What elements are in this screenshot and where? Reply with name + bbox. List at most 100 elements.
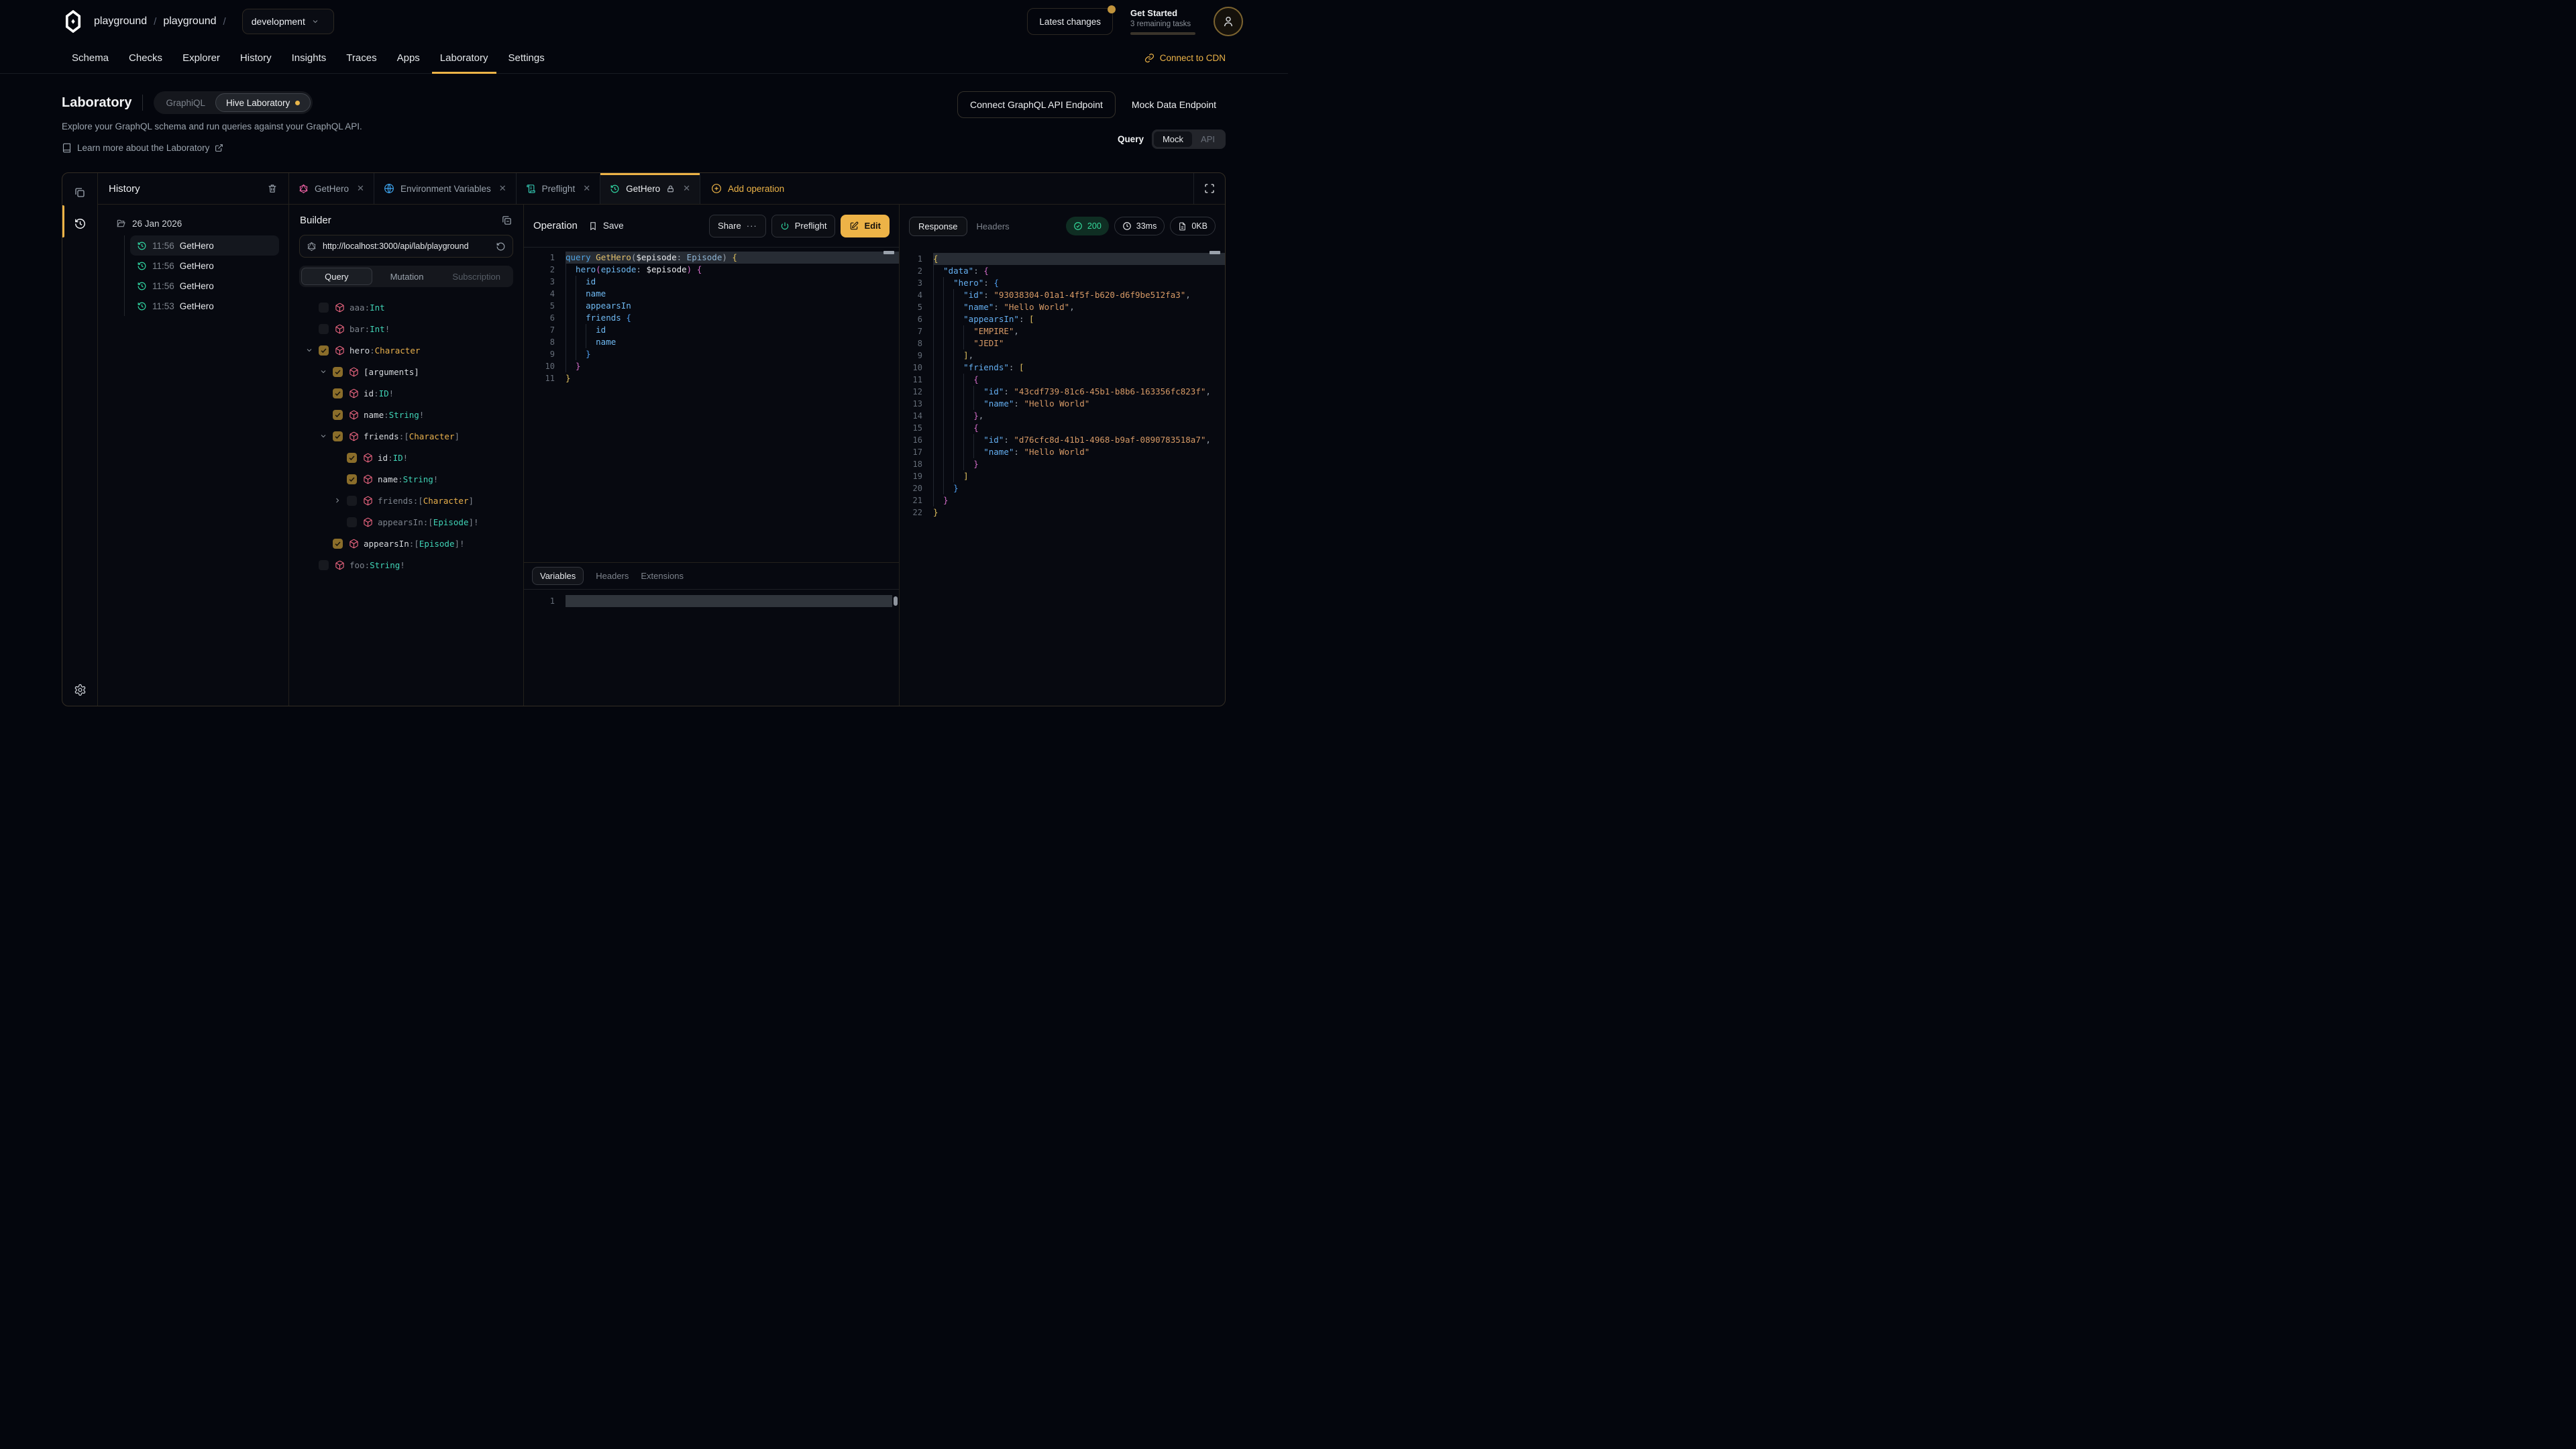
field-checkbox[interactable] — [319, 345, 329, 356]
tree-row-name[interactable]: name: String! — [289, 468, 523, 490]
field-checkbox[interactable] — [333, 388, 343, 398]
collections-icon[interactable] — [70, 182, 90, 203]
save-button[interactable]: Save — [588, 221, 624, 231]
editor-scroll-indicator[interactable] — [883, 251, 894, 254]
connect-graphql-endpoint-button[interactable]: Connect GraphQL API Endpoint — [957, 91, 1116, 118]
field-checkbox[interactable] — [333, 539, 343, 549]
tab-headers[interactable]: Headers — [596, 571, 629, 581]
collapse-all-icon[interactable] — [501, 215, 513, 226]
history-item[interactable]: 11:53 GetHero — [130, 296, 279, 316]
tree-row-bar[interactable]: bar: Int! — [289, 318, 523, 339]
latest-changes-button[interactable]: Latest changes — [1027, 8, 1113, 35]
nav-tab-traces[interactable]: Traces — [346, 43, 376, 73]
history-item[interactable]: 11:56 GetHero — [130, 235, 279, 256]
tab-response-headers[interactable]: Headers — [977, 221, 1010, 231]
tab-extensions[interactable]: Extensions — [641, 571, 684, 581]
field-checkbox[interactable] — [319, 560, 329, 570]
top-bar: playground / playground / development La… — [0, 0, 1288, 43]
toggle-option-api[interactable]: API — [1192, 131, 1224, 147]
target-selector[interactable]: development — [242, 9, 334, 34]
add-operation-button[interactable]: Add operation — [700, 173, 795, 204]
breadcrumb-project[interactable]: playground — [163, 15, 216, 28]
close-icon[interactable]: ✕ — [357, 183, 364, 194]
field-checkbox[interactable] — [333, 410, 343, 420]
field-checkbox[interactable] — [347, 496, 357, 506]
fullscreen-button[interactable] — [1193, 173, 1225, 204]
tree-row-aaa[interactable]: aaa: Int — [289, 297, 523, 318]
tab-query[interactable]: Query — [301, 268, 372, 285]
response-viewer[interactable]: 1{2"data": {3"hero": {4"id": "93038304-0… — [900, 248, 1225, 706]
field-checkbox[interactable] — [347, 453, 357, 463]
variables-editor[interactable]: 1 — [524, 590, 899, 706]
code-line: 2hero(episode: $episode) { — [524, 264, 899, 276]
toggle-option-hive-laboratory[interactable]: Hive Laboratory — [215, 93, 311, 112]
history-item[interactable]: 11:56 GetHero — [130, 256, 279, 276]
history-date-group[interactable]: 26 Jan 2026 — [107, 218, 279, 229]
query-editor[interactable]: 1query GetHero($episode: Episode) {2hero… — [524, 248, 899, 562]
refresh-icon[interactable] — [496, 241, 506, 252]
field-checkbox[interactable] — [333, 431, 343, 441]
chevron-down-icon[interactable] — [319, 368, 333, 376]
tree-row-appearsIn[interactable]: appearsIn: [Episode]! — [289, 533, 523, 554]
chevron-down-icon[interactable] — [305, 346, 319, 354]
connect-to-cdn-link[interactable]: Connect to CDN — [1144, 43, 1226, 73]
nav-tab-settings[interactable]: Settings — [508, 43, 545, 73]
history-item[interactable]: 11:56 GetHero — [130, 276, 279, 296]
nav-tab-history[interactable]: History — [240, 43, 272, 73]
tab-mutation[interactable]: Mutation — [372, 268, 442, 285]
tree-row-appearsIn[interactable]: appearsIn: [Episode]! — [289, 511, 523, 533]
get-started-widget[interactable]: Get Started 3 remaining tasks — [1130, 8, 1196, 35]
tree-row-foo[interactable]: foo: String! — [289, 554, 523, 576]
tree-row-id[interactable]: id: ID! — [289, 447, 523, 468]
tree-row-arguments[interactable]: [arguments] — [289, 361, 523, 382]
scrollbar-thumb[interactable] — [894, 596, 898, 606]
edit-button[interactable]: Edit — [841, 215, 890, 237]
editor-scroll-indicator[interactable] — [1210, 251, 1220, 254]
field-checkbox[interactable] — [319, 324, 329, 334]
learn-more-link[interactable]: Learn more about the Laboratory — [62, 143, 957, 153]
field-checkbox[interactable] — [347, 474, 357, 484]
history-rail-icon[interactable] — [70, 213, 90, 233]
tab-variables[interactable]: Variables — [532, 567, 584, 585]
scroll-icon — [526, 184, 536, 194]
chevron-right-icon[interactable] — [333, 496, 347, 504]
field-checkbox[interactable] — [333, 367, 343, 377]
field-checkbox[interactable] — [347, 517, 357, 527]
nav-tab-insights[interactable]: Insights — [292, 43, 327, 73]
tree-row-friends[interactable]: friends: [Character] — [289, 425, 523, 447]
trash-icon[interactable] — [267, 183, 278, 194]
tree-row-friends[interactable]: friends: [Character] — [289, 490, 523, 511]
endpoint-url-input[interactable] — [323, 241, 490, 251]
tab-preflight[interactable]: Preflight ✕ — [517, 173, 600, 204]
share-button[interactable]: Share ··· — [709, 215, 766, 237]
nav-tab-apps[interactable]: Apps — [397, 43, 420, 73]
tree-row-id[interactable]: id: ID! — [289, 382, 523, 404]
tab-subscription[interactable]: Subscription — [441, 268, 511, 285]
hive-logo-icon[interactable] — [62, 10, 85, 33]
endpoint-url-field[interactable] — [299, 235, 513, 258]
breadcrumb-org[interactable]: playground — [94, 15, 147, 28]
tab-gethero-2-active[interactable]: GetHero ✕ — [600, 173, 700, 204]
tree-row-hero[interactable]: hero: Character — [289, 339, 523, 361]
tree-row-name[interactable]: name: String! — [289, 404, 523, 425]
tab-gethero-1[interactable]: GetHero ✕ — [289, 173, 374, 204]
tab-response[interactable]: Response — [909, 217, 967, 236]
tab-environment-variables[interactable]: Environment Variables ✕ — [374, 173, 517, 204]
user-avatar[interactable] — [1214, 7, 1243, 36]
close-icon[interactable]: ✕ — [499, 183, 506, 194]
nav-tab-laboratory[interactable]: Laboratory — [440, 43, 488, 73]
settings-gear-icon[interactable] — [74, 684, 87, 696]
code-line: 3id — [524, 276, 899, 288]
nav-tab-schema[interactable]: Schema — [72, 43, 109, 73]
nav-tab-checks[interactable]: Checks — [129, 43, 162, 73]
chevron-down-icon[interactable] — [319, 432, 333, 440]
preflight-button[interactable]: Preflight — [771, 215, 836, 237]
close-icon[interactable]: ✕ — [683, 183, 690, 194]
field-checkbox[interactable] — [319, 303, 329, 313]
close-icon[interactable]: ✕ — [583, 183, 590, 194]
mock-data-endpoint-button[interactable]: Mock Data Endpoint — [1122, 91, 1226, 118]
nav-tab-explorer[interactable]: Explorer — [182, 43, 220, 73]
toggle-option-mock[interactable]: Mock — [1154, 131, 1192, 147]
edit-pencil-icon — [849, 221, 859, 231]
toggle-option-graphiql[interactable]: GraphiQL — [156, 93, 215, 112]
